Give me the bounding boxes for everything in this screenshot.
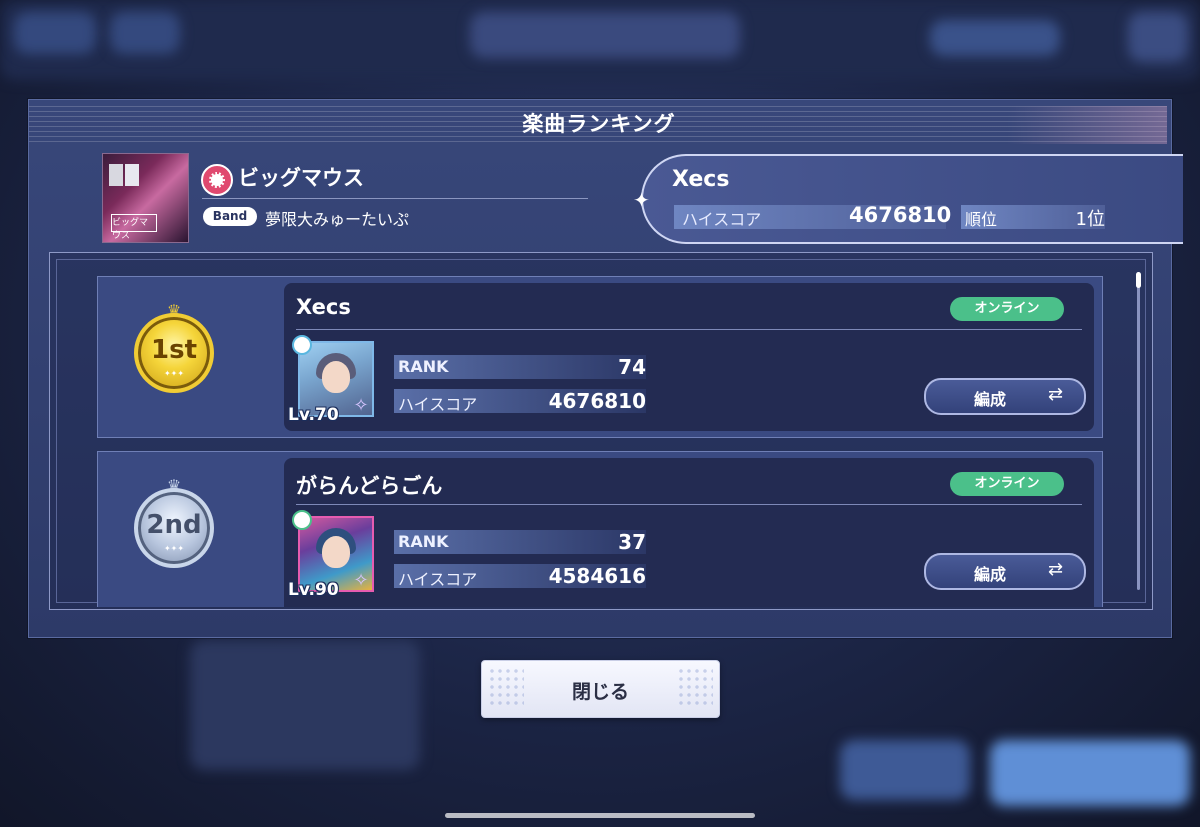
home-indicator[interactable] [445, 813, 755, 818]
my-score-value: 4676810 [849, 203, 952, 227]
rank-value: 37 [618, 530, 646, 554]
player-level: Lv.90 [288, 580, 339, 600]
song-title: ビッグマウス [238, 166, 364, 190]
player-card: がらんどらごん オンライン ✧ Lv.90 RANK 37 ハイスコア 4584… [284, 458, 1094, 607]
close-button[interactable]: 閉じる [481, 660, 720, 718]
my-player-name: Xecs [672, 167, 730, 192]
star-icon: ✧ [353, 570, 369, 591]
player-name: がらんどらごん [296, 474, 443, 498]
unit-icon [201, 164, 233, 196]
my-score-label: ハイスコア [682, 210, 762, 229]
background-button [110, 12, 180, 54]
background-button [470, 12, 740, 58]
song-jacket: ビッグマウス [102, 153, 189, 243]
score-label: ハイスコア [398, 570, 478, 589]
silver-medal-icon: ♛ 2nd ✦✦✦ [134, 476, 214, 568]
scrollbar-track[interactable] [1137, 272, 1140, 590]
stars-icon: ✦✦✦ [163, 544, 185, 553]
my-rank-value: 1位 [1075, 209, 1105, 230]
unit-badge: Band [203, 207, 257, 226]
divider [202, 198, 588, 199]
swap-icon: ⇄ [1048, 384, 1064, 405]
scrollbar-thumb[interactable] [1136, 272, 1141, 288]
score-label: ハイスコア [398, 395, 478, 414]
background-button [840, 740, 970, 800]
player-name: Xecs [296, 295, 351, 319]
background-button [990, 740, 1190, 806]
background-panel [190, 640, 420, 770]
crown-icon: ♛ [166, 476, 182, 495]
rank-label: RANK [398, 532, 449, 551]
status-badge: オンライン [950, 297, 1064, 321]
dialog-title: 楽曲ランキング [522, 112, 676, 136]
formation-label: 編成 [974, 390, 1007, 409]
sparkle-icon: ✦ [633, 188, 650, 212]
player-card: Xecs オンライン ✧ Lv.70 RANK 74 ハイスコア 4676810… [284, 283, 1094, 431]
gold-medal-icon: ♛ 1st ✦✦✦ [134, 301, 214, 393]
star-icon: ✧ [353, 395, 369, 416]
my-rank-label: 順位 [965, 210, 998, 229]
score-value: 4676810 [548, 389, 646, 413]
crown-icon: ♛ [166, 301, 182, 320]
background-button [930, 20, 1060, 56]
ranking-row: ♛ 2nd ✦✦✦ がらんどらごん オンライン ✧ Lv.90 RANK 37 … [97, 451, 1103, 607]
divider [296, 329, 1082, 330]
attribute-icon [292, 510, 312, 530]
formation-label: 編成 [974, 565, 1007, 584]
ranking-dialog: 楽曲ランキング ビッグマウス ビッグマウス Band 夢限大みゅーたいぷ ✦ X… [28, 99, 1183, 638]
close-label: 閉じる [571, 681, 629, 703]
score-value: 4584616 [548, 564, 646, 588]
status-badge: オンライン [950, 472, 1064, 496]
rank-label: RANK [398, 357, 449, 376]
artist-name: 夢限大みゅーたいぷ [265, 210, 410, 229]
rank-value: 74 [618, 355, 646, 379]
stars-icon: ✦✦✦ [163, 369, 185, 378]
ranking-row: ♛ 1st ✦✦✦ Xecs オンライン ✧ Lv.70 RANK 74 ハイス… [97, 276, 1103, 438]
rank-place: 2nd [146, 510, 202, 540]
divider [296, 504, 1082, 505]
formation-button[interactable]: 編成 ⇄ [924, 378, 1086, 415]
background-button [1128, 12, 1188, 62]
rank-place: 1st [151, 335, 197, 365]
jacket-text: ビッグマウス [111, 214, 157, 241]
attribute-icon [292, 335, 312, 355]
background-button [14, 12, 96, 54]
swap-icon: ⇄ [1048, 559, 1064, 580]
formation-button[interactable]: 編成 ⇄ [924, 553, 1086, 590]
player-level: Lv.70 [288, 405, 339, 425]
